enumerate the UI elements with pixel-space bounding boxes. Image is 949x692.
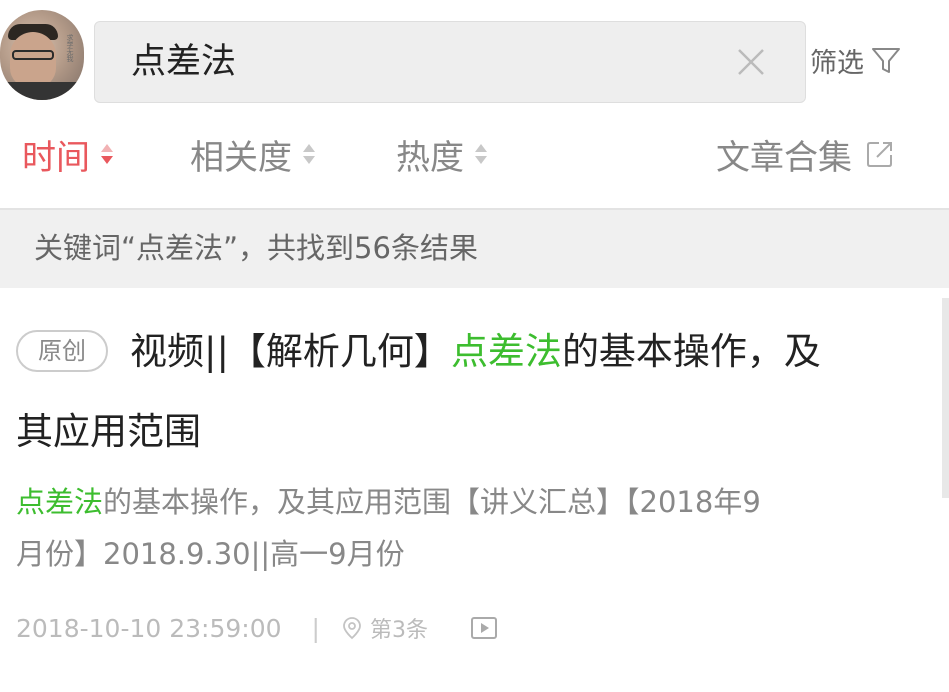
funnel-icon <box>872 48 900 73</box>
desc-text: 的基本操作，及其应用范围【讲义汇总】【2018年9 <box>103 485 761 519</box>
location-pin-icon <box>343 617 361 640</box>
result-title[interactable]: 视频||【解析几何】点差法的基本操作，及 <box>130 328 821 376</box>
sort-bar: 时间 相关度 热度 文章合集 <box>0 118 949 210</box>
desc-keyword-highlight: 点差法 <box>16 485 104 519</box>
search-input[interactable]: 点差法 <box>94 21 806 103</box>
close-icon[interactable] <box>733 44 769 80</box>
filter-label: 筛选 <box>810 47 864 79</box>
sort-label-time: 时间 <box>22 137 90 178</box>
avatar-seal-text: 求学无我 <box>66 34 74 62</box>
article-collection-button[interactable]: 文章合集 <box>716 132 896 178</box>
sort-by-relevance[interactable]: 相关度 <box>190 132 316 178</box>
sort-arrows-icon <box>303 144 315 164</box>
result-description: 点差法的基本操作，及其应用范围【讲义汇总】【2018年9 <box>16 482 761 522</box>
original-badge: 原创 <box>16 330 108 372</box>
avatar-shirt <box>0 82 84 100</box>
avatar-face <box>10 32 56 88</box>
sort-by-time[interactable]: 时间 <box>22 132 114 178</box>
scrollbar[interactable] <box>942 298 949 498</box>
avatar-glasses <box>12 50 54 60</box>
sort-arrows-icon <box>101 144 113 164</box>
publish-date: 2018-10-10 23:59:00 <box>16 613 282 643</box>
position-label: 第3条 <box>369 618 428 643</box>
sort-arrows-icon <box>475 144 487 164</box>
share-external-icon <box>867 142 892 167</box>
title-text: 视频||【解析几何】 <box>130 330 451 373</box>
result-count-text: 关键词“点差法”，共找到56条结果 <box>34 231 478 265</box>
result-summary: 关键词“点差法”，共找到56条结果 <box>0 210 949 288</box>
video-play-icon <box>470 617 497 639</box>
meta-divider: | <box>311 613 320 643</box>
avatar[interactable]: 求学无我 <box>0 10 84 100</box>
article-collection-label: 文章合集 <box>716 137 852 178</box>
sort-label-popularity: 热度 <box>396 137 464 178</box>
search-query: 点差法 <box>131 42 237 82</box>
result-title-continued[interactable]: 其应用范围 <box>16 408 201 456</box>
sort-label-relevance: 相关度 <box>190 137 292 178</box>
result-meta: 2018-10-10 23:59:00 | 第3条 <box>16 610 498 646</box>
result-description-continued: 月份】2018.9.30||高一9月份 <box>16 537 405 571</box>
title-text: 的基本操作，及 <box>561 330 821 373</box>
sort-by-popularity[interactable]: 热度 <box>396 132 488 178</box>
search-header: 求学无我 点差法 筛选 <box>0 0 949 118</box>
list-item[interactable]: 原创 视频||【解析几何】点差法的基本操作，及 其应用范围 点差法的基本操作，及… <box>0 288 949 692</box>
filter-button[interactable]: 筛选 <box>810 40 902 80</box>
title-keyword-highlight: 点差法 <box>450 330 562 373</box>
